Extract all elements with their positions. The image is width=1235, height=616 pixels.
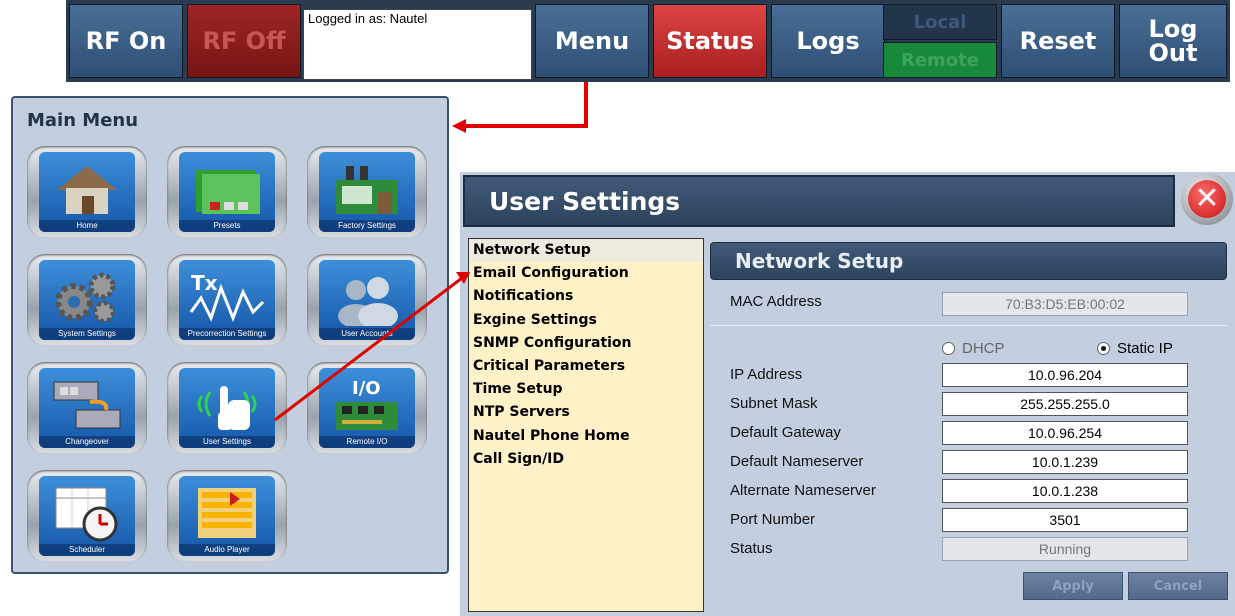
menu-item-network-setup[interactable]: Network Setup [469, 239, 703, 263]
radio-selected-icon [1097, 342, 1110, 355]
alternate-nameserver-field[interactable]: 10.0.1.238 [942, 479, 1188, 503]
waveform-icon: Tx [179, 266, 275, 328]
playlist-icon [179, 482, 275, 544]
menu-item-call-sign-id[interactable]: Call Sign/ID [469, 448, 703, 471]
mac-address-label: MAC Address [730, 293, 822, 310]
tile-label: Precorrection Settings [179, 328, 275, 340]
port-number-field[interactable]: 3501 [942, 508, 1188, 532]
menu-item-time-setup[interactable]: Time Setup [469, 378, 703, 401]
tile-user-settings[interactable]: User Settings [167, 362, 287, 454]
top-toolbar: RF On RF Off Logged in as: Nautel Menu S… [66, 0, 1230, 82]
menu-button[interactable]: Menu [535, 4, 649, 78]
circuit-board-icon: I/O [319, 374, 415, 436]
rf-on-button[interactable]: RF On [69, 4, 183, 78]
static-ip-radio[interactable]: Static IP [1097, 340, 1173, 357]
default-gateway-label: Default Gateway [730, 424, 841, 441]
main-menu-title: Main Menu [27, 110, 139, 131]
tile-label: User Accounts [319, 328, 415, 340]
menu-item-notifications[interactable]: Notifications [469, 285, 703, 308]
tile-changeover[interactable]: Changeover [27, 362, 147, 454]
apply-button[interactable]: Apply [1023, 572, 1123, 600]
alternate-nameserver-label: Alternate Nameserver [730, 482, 876, 499]
menu-arrow-head [452, 119, 466, 133]
tile-home[interactable]: Home [27, 146, 147, 238]
user-settings-panel: User Settings ✕ Network Setup Email Conf… [460, 172, 1235, 616]
status-button[interactable]: Status [653, 4, 767, 78]
close-icon: ✕ [1188, 180, 1226, 218]
menu-item-ntp-servers[interactable]: NTP Servers [469, 401, 703, 424]
tile-remote-io[interactable]: I/O Remote I/O [307, 362, 427, 454]
close-button[interactable]: ✕ [1181, 173, 1233, 225]
logged-in-status: Logged in as: Nautel [303, 9, 532, 80]
user-settings-title: User Settings [489, 187, 681, 216]
io-glyph: I/O [352, 378, 381, 399]
menu-item-exgine-settings[interactable]: Exgine Settings [469, 309, 703, 332]
tile-label: Changeover [39, 436, 135, 448]
ip-address-field[interactable]: 10.0.96.204 [942, 363, 1188, 387]
port-number-label: Port Number [730, 511, 816, 528]
logout-button[interactable]: Log Out [1119, 4, 1227, 78]
tile-label: System Settings [39, 328, 135, 340]
gears-icon [39, 266, 135, 328]
local-button[interactable]: Local [883, 4, 997, 40]
ip-address-label: IP Address [730, 366, 803, 383]
tile-label: Scheduler [39, 544, 135, 556]
status-label: Status [730, 540, 773, 557]
menu-item-email-configuration[interactable]: Email Configuration [469, 262, 703, 285]
menu-item-snmp-configuration[interactable]: SNMP Configuration [469, 332, 703, 355]
status-field: Running [942, 537, 1188, 561]
tile-label: Audio Player [179, 544, 275, 556]
tile-factory-settings[interactable]: Factory Settings [307, 146, 427, 238]
logout-label-line1: Log [1148, 15, 1198, 43]
tile-label: Home [39, 220, 135, 232]
subnet-mask-field[interactable]: 255.255.255.0 [942, 392, 1188, 416]
changeover-icon [39, 374, 135, 436]
users-icon [319, 266, 415, 328]
divider [710, 325, 1228, 326]
logs-button[interactable]: Logs [771, 4, 885, 78]
tile-presets[interactable]: Presets [167, 146, 287, 238]
default-nameserver-field[interactable]: 10.0.1.239 [942, 450, 1188, 474]
tile-label: User Settings [179, 436, 275, 448]
reset-button[interactable]: Reset [1001, 4, 1115, 78]
radio-unselected-icon [942, 342, 955, 355]
static-ip-label: Static IP [1117, 340, 1173, 357]
tile-label: Presets [179, 220, 275, 232]
calendar-clock-icon [39, 482, 135, 544]
house-icon [39, 158, 135, 220]
tx-glyph: Tx [191, 271, 218, 295]
tile-audio-player[interactable]: Audio Player [167, 470, 287, 562]
cancel-button[interactable]: Cancel [1128, 572, 1228, 600]
logout-label-line2: Out [1148, 39, 1198, 67]
dhcp-label: DHCP [962, 340, 1005, 357]
hand-touch-icon [179, 374, 275, 436]
dhcp-radio[interactable]: DHCP [942, 340, 1005, 357]
factory-icon [319, 158, 415, 220]
user-settings-header: User Settings [463, 175, 1175, 227]
tile-user-accounts[interactable]: User Accounts [307, 254, 427, 346]
remote-button[interactable]: Remote [883, 42, 997, 78]
tile-scheduler[interactable]: Scheduler [27, 470, 147, 562]
tile-label: Remote I/O [319, 436, 415, 448]
tile-system-settings[interactable]: System Settings [27, 254, 147, 346]
menu-item-critical-parameters[interactable]: Critical Parameters [469, 355, 703, 378]
local-remote-switch[interactable]: Local Remote [883, 4, 997, 78]
rf-off-button[interactable]: RF Off [187, 4, 301, 78]
mac-address-field: 70:B3:D5:EB:00:02 [942, 292, 1188, 316]
main-menu-panel: Main Menu Home Presets Factory Settings [11, 96, 449, 574]
user-settings-menu: Network Setup Email Configuration Notifi… [468, 238, 704, 612]
network-setup-header: Network Setup [710, 242, 1227, 280]
menu-arrow-line [462, 82, 588, 128]
tile-precorrection-settings[interactable]: Tx Precorrection Settings [167, 254, 287, 346]
subnet-mask-label: Subnet Mask [730, 395, 818, 412]
network-setup-title: Network Setup [735, 249, 904, 273]
menu-item-nautel-phone-home[interactable]: Nautel Phone Home [469, 425, 703, 448]
folders-icon [179, 158, 275, 220]
default-nameserver-label: Default Nameserver [730, 453, 864, 470]
default-gateway-field[interactable]: 10.0.96.254 [942, 421, 1188, 445]
tile-label: Factory Settings [319, 220, 415, 232]
